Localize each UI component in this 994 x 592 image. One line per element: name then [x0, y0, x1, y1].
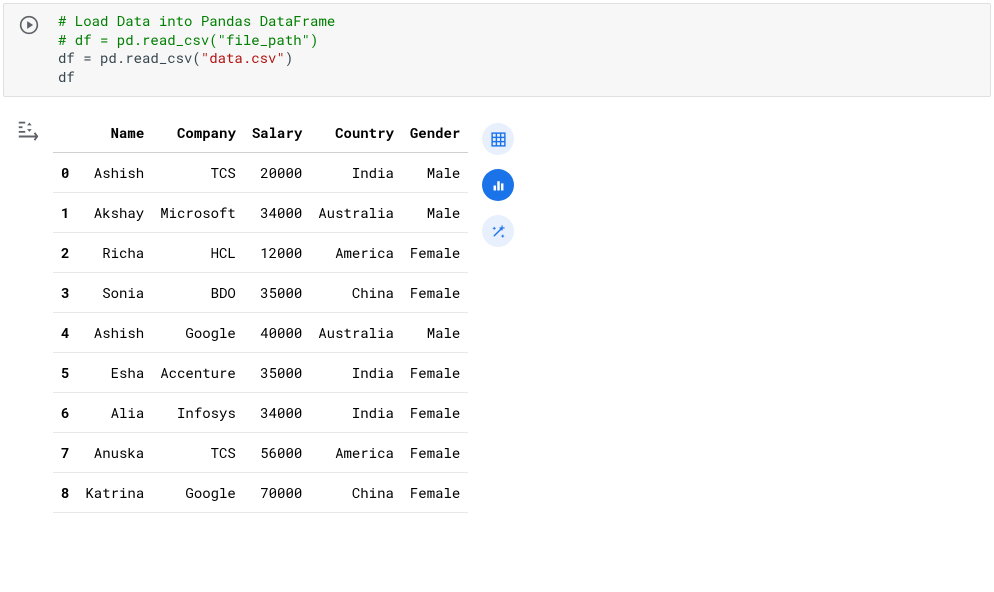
- suggest-code-button[interactable]: [482, 215, 514, 247]
- output-area: Name Company Salary Country Gender 0Ashi…: [3, 103, 991, 513]
- run-button-gutter: [4, 12, 54, 86]
- table-cell: Female: [402, 433, 468, 473]
- code-editor[interactable]: # Load Data into Pandas DataFrame # df =…: [54, 12, 990, 86]
- table-icon: [490, 131, 507, 148]
- play-circle-icon: [18, 14, 40, 36]
- table-cell: Microsoft: [152, 193, 244, 233]
- table-cell: TCS: [152, 153, 244, 193]
- table-cell: Female: [402, 233, 468, 273]
- table-cell: Female: [402, 473, 468, 513]
- table-header-row: Name Company Salary Country Gender: [53, 113, 468, 153]
- dataframe-actions: [468, 113, 514, 513]
- output-body: Name Company Salary Country Gender 0Ashi…: [53, 103, 991, 513]
- open-table-button[interactable]: [482, 123, 514, 155]
- table-cell: 20000: [244, 153, 310, 193]
- table-cell: 35000: [244, 353, 310, 393]
- output-gutter: [3, 103, 53, 513]
- table-cell: Katrina: [77, 473, 152, 513]
- row-index: 7: [53, 433, 77, 473]
- table-cell: Sonia: [77, 273, 152, 313]
- code-line: df = pd.read_csv("data.csv"): [58, 48, 293, 67]
- col-header: Name: [77, 113, 152, 153]
- table-cell: 34000: [244, 393, 310, 433]
- table-cell: China: [310, 473, 402, 513]
- dataframe-table: Name Company Salary Country Gender 0Ashi…: [53, 113, 468, 513]
- table-cell: Infosys: [152, 393, 244, 433]
- table-row: 2RichaHCL12000AmericaFemale: [53, 233, 468, 273]
- table-row: 7AnuskaTCS56000AmericaFemale: [53, 433, 468, 473]
- table-cell: India: [310, 393, 402, 433]
- table-cell: Anuska: [77, 433, 152, 473]
- table-cell: Ashish: [77, 153, 152, 193]
- table-cell: Esha: [77, 353, 152, 393]
- bar-chart-icon: [490, 177, 507, 194]
- table-cell: 40000: [244, 313, 310, 353]
- table-cell: Google: [152, 473, 244, 513]
- table-cell: Ashish: [77, 313, 152, 353]
- row-index: 3: [53, 273, 77, 313]
- table-body: 0AshishTCS20000IndiaMale1AkshayMicrosoft…: [53, 153, 468, 513]
- table-row: 0AshishTCS20000IndiaMale: [53, 153, 468, 193]
- row-index: 6: [53, 393, 77, 433]
- table-cell: Accenture: [152, 353, 244, 393]
- table-cell: Female: [402, 273, 468, 313]
- toggle-output-icon: [16, 119, 40, 141]
- table-row: 6AliaInfosys34000IndiaFemale: [53, 393, 468, 433]
- row-index: 8: [53, 473, 77, 513]
- table-cell: Richa: [77, 233, 152, 273]
- table-cell: BDO: [152, 273, 244, 313]
- code-input-cell: # Load Data into Pandas DataFrame # df =…: [3, 3, 991, 97]
- code-line: df: [58, 67, 75, 86]
- col-header: Company: [152, 113, 244, 153]
- open-chart-button[interactable]: [482, 169, 514, 201]
- table-cell: 56000: [244, 433, 310, 473]
- row-index: 5: [53, 353, 77, 393]
- table-cell: Female: [402, 393, 468, 433]
- table-cell: Akshay: [77, 193, 152, 233]
- code-line: # Load Data into Pandas DataFrame: [58, 11, 335, 30]
- table-cell: Australia: [310, 313, 402, 353]
- row-index: 1: [53, 193, 77, 233]
- table-cell: HCL: [152, 233, 244, 273]
- table-cell: Male: [402, 153, 468, 193]
- magic-wand-icon: [490, 223, 507, 240]
- run-cell-button[interactable]: [17, 13, 41, 37]
- table-cell: 35000: [244, 273, 310, 313]
- table-cell: Male: [402, 193, 468, 233]
- col-header: Salary: [244, 113, 310, 153]
- table-cell: America: [310, 433, 402, 473]
- table-cell: 34000: [244, 193, 310, 233]
- index-header: [53, 113, 77, 153]
- code-line: # df = pd.read_csv("file_path"): [58, 30, 318, 49]
- col-header: Country: [310, 113, 402, 153]
- table-row: 4AshishGoogle40000AustraliaMale: [53, 313, 468, 353]
- table-cell: Alia: [77, 393, 152, 433]
- table-cell: 70000: [244, 473, 310, 513]
- table-row: 3SoniaBDO35000ChinaFemale: [53, 273, 468, 313]
- table-cell: America: [310, 233, 402, 273]
- table-row: 8KatrinaGoogle70000ChinaFemale: [53, 473, 468, 513]
- table-cell: Male: [402, 313, 468, 353]
- table-cell: India: [310, 153, 402, 193]
- col-header: Gender: [402, 113, 468, 153]
- row-index: 2: [53, 233, 77, 273]
- table-row: 1AkshayMicrosoft34000AustraliaMale: [53, 193, 468, 233]
- table-row: 5EshaAccenture35000IndiaFemale: [53, 353, 468, 393]
- notebook-cell: # Load Data into Pandas DataFrame # df =…: [0, 0, 994, 516]
- table-cell: Google: [152, 313, 244, 353]
- table-cell: India: [310, 353, 402, 393]
- table-cell: 12000: [244, 233, 310, 273]
- table-cell: China: [310, 273, 402, 313]
- row-index: 4: [53, 313, 77, 353]
- toggle-output-button[interactable]: [15, 117, 41, 143]
- table-cell: Australia: [310, 193, 402, 233]
- table-cell: TCS: [152, 433, 244, 473]
- row-index: 0: [53, 153, 77, 193]
- table-cell: Female: [402, 353, 468, 393]
